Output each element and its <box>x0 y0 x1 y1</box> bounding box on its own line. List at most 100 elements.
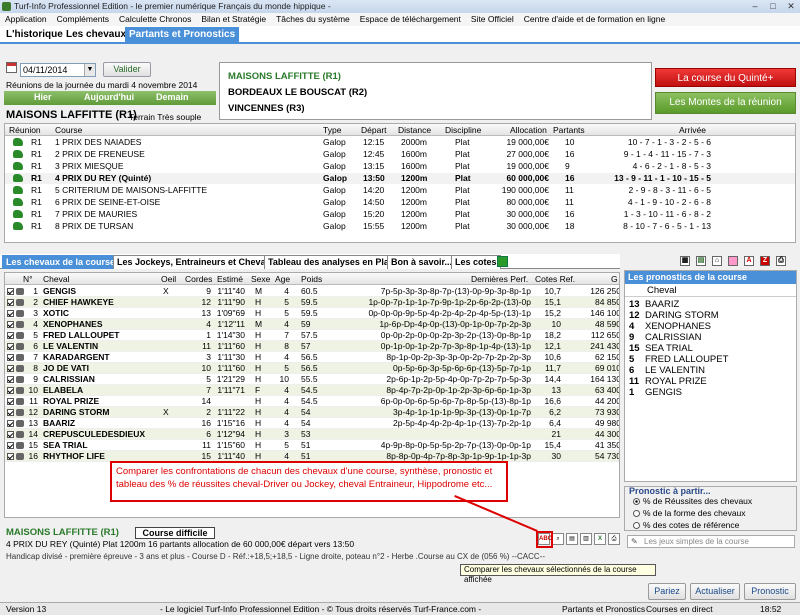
menu-telechargement[interactable]: Espace de téléchargement <box>355 14 466 24</box>
radio-reussites[interactable]: % de Réussites des chevaux <box>633 496 752 506</box>
menu-complements[interactable]: Compléments <box>52 14 114 24</box>
print-icon[interactable]: ⎙ <box>776 256 786 266</box>
actualiser-button[interactable]: Actualiser <box>690 583 740 600</box>
col-reunion[interactable]: Réunion <box>9 125 41 135</box>
docs-icon[interactable]: ▤ <box>566 533 578 545</box>
radio-forme[interactable]: % de la forme des chevaux <box>633 508 746 518</box>
horse-row[interactable]: 2 CHIEF HAWKEYE 12 1'11"90 H 5 59.5 1p-0p-7p-1p… <box>5 297 619 308</box>
minimize-icon[interactable]: – <box>746 0 764 13</box>
row-checkbox[interactable] <box>7 299 14 306</box>
row-checkbox[interactable] <box>7 442 14 449</box>
col-estime[interactable]: Estimé <box>217 274 243 284</box>
col-numero[interactable]: N° <box>23 274 33 284</box>
menu-taches[interactable]: Tâches du système <box>271 14 355 24</box>
col-gains[interactable]: G <box>611 274 618 284</box>
quinte-button[interactable]: La course du Quinté+ <box>655 68 796 87</box>
tab-chevaux-course[interactable]: Les chevaux de la course <box>2 255 120 269</box>
prono-item[interactable]: 12 DARING STORM <box>629 310 719 321</box>
pink-flag-icon[interactable] <box>728 256 738 266</box>
row-checkbox[interactable] <box>7 332 14 339</box>
meeting-item-r2[interactable]: BORDEAUX LE BOUSCAT (R2) <box>228 87 367 98</box>
menu-application[interactable]: Application <box>0 14 52 24</box>
col-allocation[interactable]: Allocation <box>510 125 547 135</box>
folder-icon[interactable]: ▥ <box>580 533 592 545</box>
menu-site[interactable]: Site Officiel <box>466 14 519 24</box>
horse-row[interactable]: 8 JO DE VATI 10 1'11"60 H 5 56.5 0p-5p-6p-3p-5p… <box>5 363 619 374</box>
pronostic-button[interactable]: Pronostic <box>744 583 796 600</box>
meeting-item-r3[interactable]: VINCENNES (R3) <box>228 103 305 114</box>
horse-row[interactable]: 4 XENOPHANES 4 1'12"11 M 4 59 1p-6p-Dp-4p-0p-(1… <box>5 319 619 330</box>
tab-cotes[interactable]: Les cotes <box>451 255 501 269</box>
prono-item[interactable]: 1 GENGIS <box>629 387 682 398</box>
race-row[interactable]: R1 2 PRIX DE FRENEUSE Galop 12:45 1600m Plat 2… <box>5 149 795 160</box>
pariez-button[interactable]: Pariez <box>648 583 686 600</box>
excel-icon[interactable]: X <box>594 533 606 545</box>
prono-item[interactable]: 13 BAARIZ <box>629 299 679 310</box>
menu-bilan[interactable]: Bilan et Stratégie <box>196 14 271 24</box>
tab-partants[interactable]: Partants et Pronostics <box>125 27 240 43</box>
col-partants[interactable]: Partants <box>553 125 585 135</box>
print-icon-2[interactable]: ⎙ <box>608 533 620 545</box>
horse-row[interactable]: 3 XOTIC 13 1'09"69 H 5 59.5 0p-0p-0p-9p-5p-4p-2… <box>5 308 619 319</box>
horse-row[interactable]: 9 CALRISSIAN 5 1'21"29 H 10 55.5 2p-6p-1p-2p-5p… <box>5 374 619 385</box>
tab-bon-a-savoir[interactable]: Bon à savoir... <box>387 255 457 269</box>
col-depart[interactable]: Départ <box>361 125 387 135</box>
col-age[interactable]: Age <box>275 274 290 284</box>
col-perf[interactable]: Dernières Perf. <box>471 274 528 284</box>
magnifier-icon[interactable]: ⌕ <box>552 533 564 545</box>
horse-row[interactable]: 12 DARING STORM X 2 1'11"22 H 4 54 3p-4p-1p-1p-1… <box>5 407 619 418</box>
montes-button[interactable]: Les Montes de la réunion <box>655 92 796 114</box>
prono-item[interactable]: 6 LE VALENTIN <box>629 365 705 376</box>
tab-chevaux[interactable]: Les chevaux <box>62 27 130 43</box>
radio-cotes[interactable]: % des cotes de référence <box>633 520 739 530</box>
row-checkbox[interactable] <box>7 420 14 427</box>
tab-historique[interactable]: L'historique <box>2 27 67 43</box>
close-icon[interactable]: ✕ <box>782 0 800 13</box>
tab-jockeys[interactable]: Les Jockeys, Entraineurs et Chevaux <box>113 255 281 269</box>
hier-button[interactable]: Hier <box>34 92 52 102</box>
race-row[interactable]: R1 7 PRIX DE MAURIES Galop 15:20 1200m Plat 30… <box>5 209 795 220</box>
horse-row[interactable]: 15 SEA TRIAL 11 1'15"60 H 5 51 4p-9p-8p-0p-5p-5… <box>5 440 619 451</box>
col-arrivee[interactable]: Arrivée <box>679 125 706 135</box>
col-cote[interactable]: Cotes Ref. <box>535 274 575 284</box>
z-icon[interactable]: Z <box>760 256 770 266</box>
horse-row[interactable]: 5 FRED LALLOUPET 1 1'14"30 H 7 57.5 0p-0p-2p-0p… <box>5 330 619 341</box>
chevron-down-icon[interactable]: ▼ <box>84 64 95 76</box>
jeux-search-input[interactable]: Les jeux simples de la course <box>627 535 795 548</box>
col-poids[interactable]: Poids <box>301 274 322 284</box>
home-icon[interactable]: ⌂ <box>712 256 722 266</box>
col-cordes[interactable]: Cordes <box>185 274 212 284</box>
race-row[interactable]: R1 1 PRIX DES NAIADES Galop 12:15 2000m Plat 1… <box>5 137 795 148</box>
race-row[interactable]: R1 8 PRIX DE TURSAN Galop 15:55 1200m Plat 30 … <box>5 221 795 232</box>
prono-item[interactable]: 5 FRED LALLOUPET <box>629 354 728 365</box>
menu-aide[interactable]: Centre d'aide et de formation en ligne <box>519 14 671 24</box>
aujourdhui-button[interactable]: Aujourd'hui <box>84 92 134 102</box>
valider-button[interactable]: Valider <box>103 62 151 77</box>
row-checkbox[interactable] <box>7 310 14 317</box>
row-checkbox[interactable] <box>7 321 14 328</box>
maximize-icon[interactable]: □ <box>764 0 782 13</box>
race-row[interactable]: R1 4 PRIX DU REY (Quinté) Galop 13:50 1200m P… <box>5 173 795 184</box>
calendar-icon[interactable] <box>6 62 17 73</box>
pdf-icon[interactable]: A <box>744 256 754 266</box>
meeting-item-r1[interactable]: MAISONS LAFFITTE (R1) <box>228 71 341 82</box>
horse-row[interactable]: 11 ROYAL PRIZE 14 H 4 54.5 6p-0p-0p-6p-5p-6p-7… <box>5 396 619 407</box>
col-cheval[interactable]: Cheval <box>43 274 69 284</box>
menu-calculette[interactable]: Calculette Chronos <box>114 14 196 24</box>
tab-analyses[interactable]: Tableau des analyses en Plat <box>264 255 396 269</box>
row-checkbox[interactable] <box>7 376 14 383</box>
date-picker[interactable]: 04/11/2014 ▼ <box>20 63 96 77</box>
prono-item[interactable]: 9 CALRISSIAN <box>629 332 702 343</box>
horse-row[interactable]: 13 BAARIZ 16 1'15"16 H 4 54 2p-5p-4p-4p-2p-4p-1… <box>5 418 619 429</box>
row-checkbox[interactable] <box>7 365 14 372</box>
prono-item[interactable]: 4 XENOPHANES <box>629 321 711 332</box>
col-type[interactable]: Type <box>323 125 341 135</box>
race-row[interactable]: R1 6 PRIX DE SEINE-ET-OISE Galop 14:50 1200m… <box>5 197 795 208</box>
horse-row[interactable]: 7 KARADARGENT 3 1'11"30 H 4 56.5 8p-1p-0p-2p-3p… <box>5 352 619 363</box>
col-discipline[interactable]: Discipline <box>445 125 481 135</box>
row-checkbox[interactable] <box>7 409 14 416</box>
col-oeil[interactable]: Oeil <box>161 274 176 284</box>
col-course[interactable]: Course <box>55 125 82 135</box>
green-square-icon[interactable] <box>497 256 508 267</box>
horse-row[interactable]: 1 GENGIS X 9 1'11"40 M 4 60.5 7p-5p-3p-3p-8p-7p-… <box>5 286 619 297</box>
